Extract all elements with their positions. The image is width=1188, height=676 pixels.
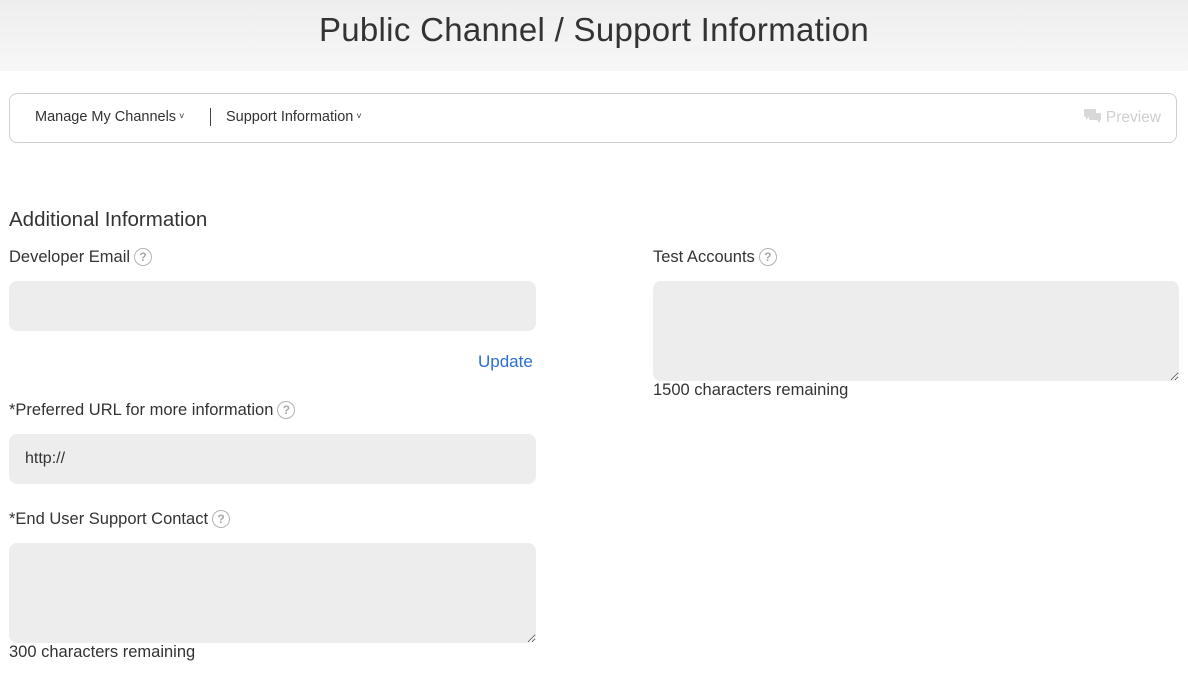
chevron-down-icon: ˅ [179, 111, 185, 121]
preferred-url-label: *Preferred URL for more information [9, 401, 274, 419]
help-icon[interactable]: ? [758, 248, 777, 266]
channel-navbar: Manage My Channels ˅ Support Information ˅… [9, 93, 1177, 143]
preferred-url-label-row: *Preferred URL for more information? [9, 401, 296, 420]
support-information-dropdown[interactable]: Support Information ˅ [226, 109, 362, 125]
update-link[interactable]: Update [478, 352, 533, 372]
support-contact-remaining: 300 characters remaining [9, 643, 196, 661]
developer-email-label-row: Developer Email? [9, 248, 153, 267]
chevron-down-icon: ˅ [356, 111, 362, 121]
preferred-url-input[interactable] [9, 434, 536, 484]
support-contact-label-row: *End User Support Contact? [9, 510, 231, 529]
preview-button[interactable]: Preview [1083, 109, 1161, 127]
developer-email-label: Developer Email [9, 248, 131, 266]
help-icon[interactable]: ? [134, 248, 153, 266]
page-header: Public Channel / Support Information [0, 0, 1188, 71]
test-accounts-textarea[interactable] [653, 281, 1179, 381]
help-icon[interactable]: ? [277, 401, 296, 419]
nav-divider [210, 108, 211, 126]
page-title: Public Channel / Support Information [318, 11, 870, 48]
manage-channels-label: Manage My Channels [35, 109, 177, 125]
support-information-label: Support Information [226, 109, 354, 125]
developer-email-input[interactable] [9, 281, 536, 331]
support-contact-label: *End User Support Contact [9, 510, 209, 528]
chat-bubble-icon [1083, 109, 1101, 123]
manage-channels-dropdown[interactable]: Manage My Channels ˅ [35, 109, 184, 125]
help-icon[interactable]: ? [212, 510, 231, 528]
test-accounts-label: Test Accounts [653, 248, 755, 266]
test-accounts-remaining: 1500 characters remaining [653, 381, 849, 399]
preview-label: Preview [1105, 109, 1161, 126]
section-title: Additional Information [9, 208, 208, 231]
support-contact-textarea[interactable] [9, 543, 536, 643]
test-accounts-label-row: Test Accounts? [653, 248, 777, 267]
